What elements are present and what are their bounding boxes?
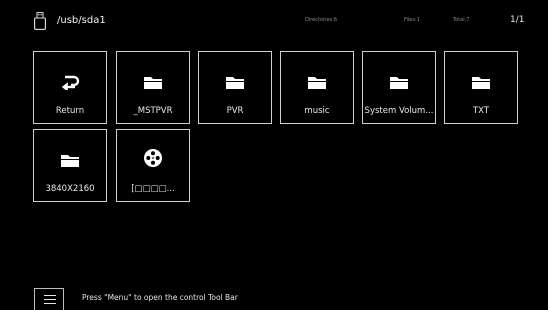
tile-folder-3840x2160[interactable]: 3840X2160 [33,129,107,202]
tile-label: Return [55,106,85,116]
tile-label: PVR [226,106,244,116]
tile-return[interactable]: Return [33,51,107,124]
usb-drive-icon [34,12,46,30]
header-bar: /usb/sda1 Directories:6 Files:1 Total:7 … [0,0,548,40]
tile-label: [□□□□... [131,184,175,194]
folder-icon [226,77,244,89]
files-count: Files:1 [404,17,420,23]
folder-icon [472,77,490,89]
folder-icon [390,77,408,89]
folder-icon [308,77,326,89]
tile-folder-txt[interactable]: TXT [444,51,518,124]
folder-icon [144,77,162,89]
directories-count: Directories:6 [305,17,338,23]
menu-button[interactable] [34,288,64,310]
tile-folder-mstpvr[interactable]: _MSTPVR [116,51,190,124]
video-reel-icon [144,149,162,167]
tile-label: music [304,106,330,116]
tile-label: _MSTPVR [133,106,173,116]
page-indicator: 1/1 [510,15,525,25]
tile-video-file[interactable]: [□□□□... [116,129,190,202]
tile-folder-music[interactable]: music [280,51,354,124]
toolbar-hint: Press "Menu" to open the control Tool Ba… [82,293,238,302]
total-count: Total:7 [453,17,470,23]
tile-folder-system-volume[interactable]: System Volum... [362,51,436,124]
tile-label: 3840X2160 [45,184,95,194]
return-icon [61,75,80,90]
current-path: /usb/sda1 [57,15,106,26]
tile-folder-pvr[interactable]: PVR [198,51,272,124]
tile-label: System Volum... [364,106,434,116]
tile-label: TXT [472,106,490,116]
folder-icon [61,155,79,167]
